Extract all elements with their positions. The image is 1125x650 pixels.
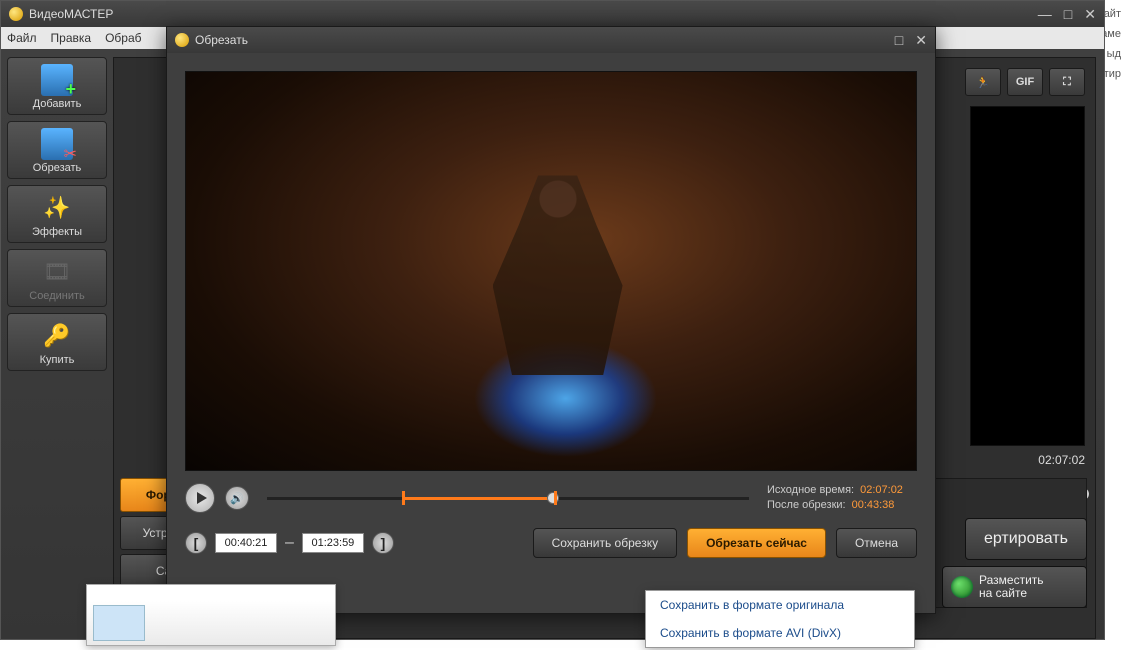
- add-video-icon: [41, 64, 73, 96]
- after-trim-label: После обрезки:: [767, 499, 846, 511]
- trim-button[interactable]: Обрезать: [7, 121, 107, 179]
- start-time-input[interactable]: [215, 533, 277, 553]
- thumbnail-title: [87, 585, 335, 601]
- maximize-icon[interactable]: □: [1064, 6, 1072, 23]
- trim-save-dropdown: Сохранить в формате оригинала Сохранить …: [645, 590, 915, 648]
- app-logo-icon: [9, 7, 23, 21]
- convert-button-label: ертировать: [984, 530, 1068, 548]
- fullscreen-tool-button[interactable]: ⛶: [1049, 68, 1085, 96]
- scissors-icon: [41, 128, 73, 160]
- key-icon: [41, 320, 73, 352]
- cancel-button[interactable]: Отмена: [836, 528, 917, 558]
- runner-icon: 🏃: [976, 76, 990, 89]
- sound-button[interactable]: 🔊: [225, 486, 249, 510]
- join-label: Соединить: [29, 290, 85, 302]
- timeline-selection: [402, 497, 551, 500]
- timeline[interactable]: [267, 488, 749, 508]
- play-button[interactable]: [185, 483, 215, 513]
- dialog-titlebar[interactable]: Обрезать □ ✕: [167, 27, 935, 53]
- save-original-format-item[interactable]: Сохранить в формате оригинала: [646, 591, 914, 619]
- end-time-input[interactable]: [302, 533, 364, 553]
- trim-start-marker[interactable]: [402, 491, 405, 505]
- gif-label: GIF: [1016, 76, 1034, 88]
- cancel-label: Отмена: [855, 536, 898, 550]
- fullscreen-icon: ⛶: [1063, 76, 1071, 89]
- effects-button[interactable]: Эффекты: [7, 185, 107, 243]
- filmstrip-icon: [41, 256, 73, 288]
- menu-edit[interactable]: Правка: [51, 31, 92, 45]
- buy-label: Купить: [40, 354, 75, 366]
- preview-panel: [970, 106, 1085, 446]
- buy-button[interactable]: Купить: [7, 313, 107, 371]
- minimize-icon[interactable]: —: [1038, 6, 1052, 23]
- save-avi-format-item[interactable]: Сохранить в формате AVI (DivX): [646, 619, 914, 647]
- taskbar-thumbnail[interactable]: [86, 584, 336, 646]
- after-trim-value: 00:43:38: [852, 498, 895, 513]
- publish-label: Разместить на сайте: [979, 574, 1044, 600]
- source-time-label: Исходное время:: [767, 484, 854, 496]
- convert-button[interactable]: ертировать: [965, 518, 1087, 560]
- menu-file[interactable]: Файл: [7, 31, 37, 45]
- trim-dialog: Обрезать □ ✕ 🔊 Исходное время: 02:07:02 П…: [166, 26, 936, 614]
- save-trim-label: Сохранить обрезку: [552, 536, 658, 550]
- join-button: Соединить: [7, 249, 107, 307]
- video-preview[interactable]: [185, 71, 917, 471]
- time-info: Исходное время: 02:07:02 После обрезки: 00…: [767, 483, 917, 514]
- trim-now-label: Обрезать сейчас: [706, 536, 807, 550]
- run-tool-button[interactable]: 🏃: [965, 68, 1001, 96]
- add-button[interactable]: Добавить: [7, 57, 107, 115]
- trim-end-marker[interactable]: [554, 491, 557, 505]
- close-icon[interactable]: ✕: [1084, 6, 1096, 23]
- sidebar: Добавить Обрезать Эффекты Соединить Купи…: [1, 49, 113, 639]
- app-title: ВидеоМАСТЕР: [29, 7, 113, 21]
- save-trim-button[interactable]: Сохранить обрезку: [533, 528, 677, 558]
- gif-tool-button[interactable]: GIF: [1007, 68, 1043, 96]
- set-end-button[interactable]: ]: [372, 532, 394, 554]
- set-start-button[interactable]: [: [185, 532, 207, 554]
- main-duration: 02:07:02: [1038, 453, 1085, 467]
- main-titlebar[interactable]: ВидеоМАСТЕР — □ ✕: [1, 1, 1104, 27]
- sparkle-icon: [41, 192, 73, 224]
- trim-now-button[interactable]: Обрезать сейчас: [687, 528, 826, 558]
- source-time-value: 02:07:02: [860, 483, 903, 498]
- dialog-title: Обрезать: [195, 33, 248, 47]
- dialog-maximize-icon[interactable]: □: [895, 32, 903, 49]
- dialog-logo-icon: [175, 33, 189, 47]
- menu-process[interactable]: Обраб: [105, 31, 141, 45]
- time-separator: –: [285, 534, 294, 552]
- globe-icon: [951, 576, 973, 598]
- publish-button[interactable]: Разместить на сайте: [942, 566, 1087, 608]
- thumbnail-preview: [87, 601, 335, 645]
- dialog-close-icon[interactable]: ✕: [915, 32, 927, 49]
- effects-label: Эффекты: [32, 226, 82, 238]
